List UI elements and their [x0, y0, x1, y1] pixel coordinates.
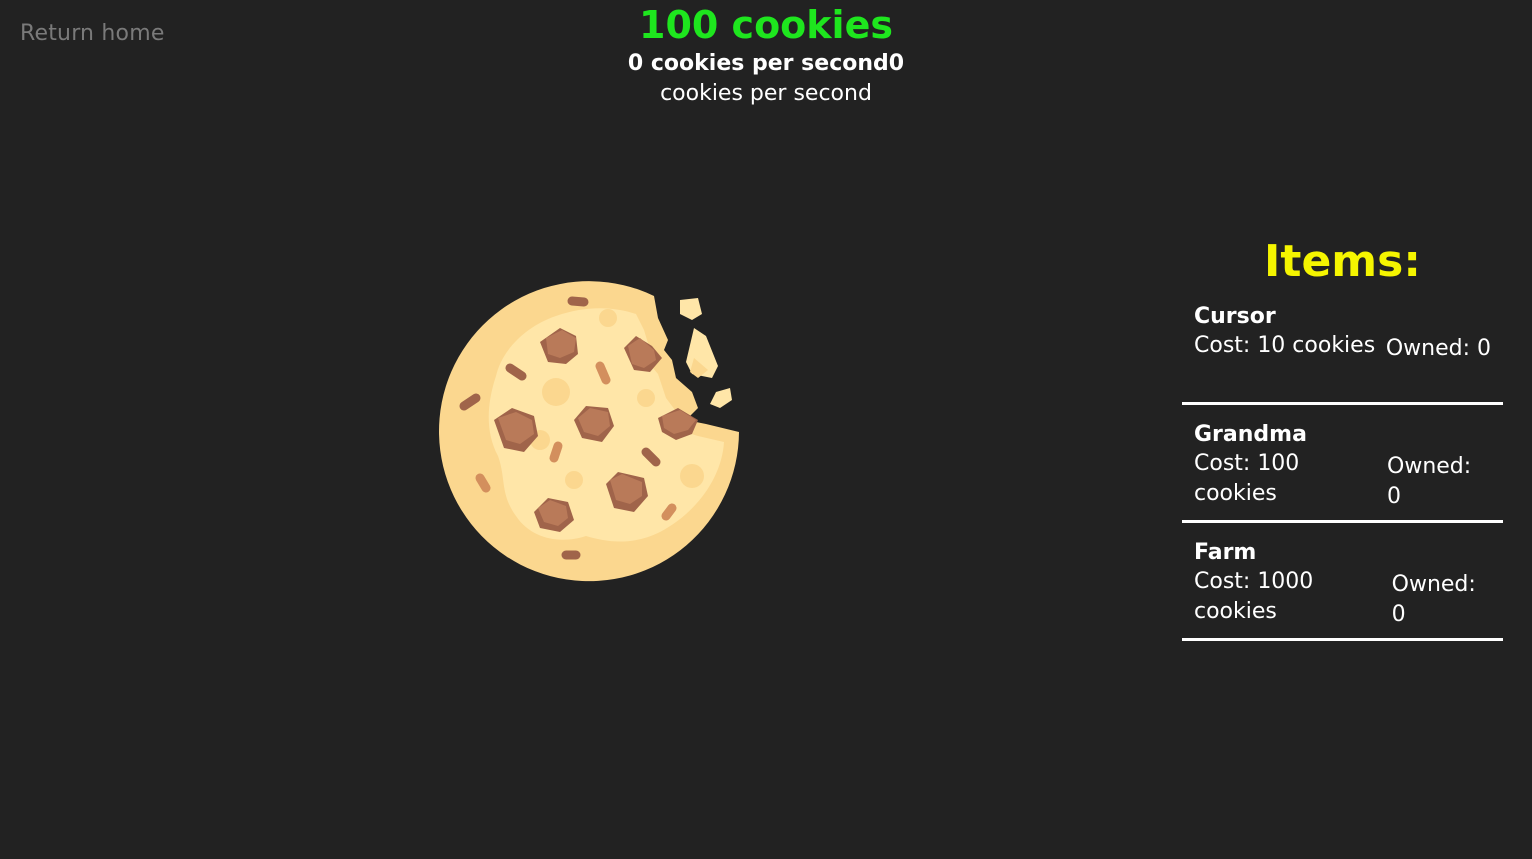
item-cursor[interactable]: Cursor Cost: 10 cookies Owned: 0	[1182, 301, 1503, 405]
item-name: Farm	[1194, 540, 1257, 565]
big-cookie-button[interactable]	[436, 280, 742, 584]
cps-label: cookies per second	[660, 81, 872, 106]
items-panel: Items: Cursor Cost: 10 cookies Owned: 0 …	[1182, 233, 1503, 655]
item-owned: Owned: 0	[1387, 454, 1472, 509]
item-owned: Owned: 0	[1391, 572, 1476, 627]
return-home-link[interactable]: Return home	[20, 21, 165, 46]
cps-bold-label: 0 cookies per second	[627, 51, 889, 76]
cps-bold-value: 0	[888, 51, 905, 76]
items-title: Items:	[1264, 236, 1421, 287]
item-farm[interactable]: Farm Cost: 1000 cookies Owned: 0	[1182, 537, 1503, 641]
cookie-icon	[439, 281, 739, 582]
item-grandma[interactable]: Grandma Cost: 100 cookies Owned: 0	[1182, 419, 1503, 523]
item-cost: Cost: 10 cookies	[1194, 333, 1376, 358]
cookie-count: 100 cookies	[639, 3, 893, 47]
stats-header: 100 cookies 0 cookies per second0 cookie…	[596, 0, 936, 109]
item-name: Grandma	[1194, 422, 1307, 447]
item-name: Cursor	[1194, 304, 1276, 329]
item-owned: Owned: 0	[1385, 336, 1491, 361]
cookies-per-second: 0 cookies per second0 cookies per second	[596, 49, 936, 109]
item-cost: Cost: 100 cookies	[1194, 451, 1300, 506]
item-cost: Cost: 1000 cookies	[1194, 569, 1314, 624]
